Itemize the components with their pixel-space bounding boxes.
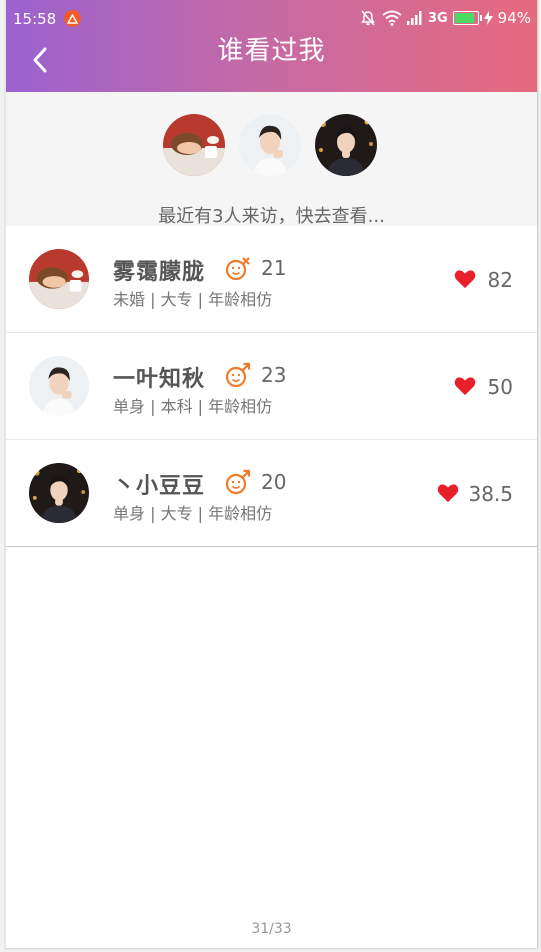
visitor-age: 21 — [261, 256, 287, 280]
visitor-tags: 单身 | 本科 | 年龄相仿 — [113, 397, 273, 416]
avatar[interactable] — [315, 114, 377, 176]
list-item[interactable]: 丶小豆豆 20 单身 | 大专 | 年龄相仿 38.5 — [6, 440, 537, 547]
avatar — [29, 463, 89, 523]
avatar — [29, 356, 89, 416]
battery-level-fill — [454, 13, 474, 23]
wifi-icon — [382, 10, 402, 26]
app-frame: 15:58 3G 94% 谁看过我 最近有3人来访，快去查看... 雾霭朦胧 2… — [5, 0, 538, 948]
visitor-tags: 未婚 | 大专 | 年龄相仿 — [113, 290, 273, 309]
avatar[interactable] — [239, 114, 301, 176]
visitor-age: 20 — [261, 470, 287, 494]
avatar — [29, 249, 89, 309]
network-type: 3G — [427, 10, 448, 26]
recent-visitors-panel: 最近有3人来访，快去查看... — [6, 92, 537, 228]
status-icons: 3G 94% — [359, 9, 531, 27]
status-time: 15:58 — [13, 10, 57, 28]
nav-bar: 谁看过我 — [6, 36, 537, 92]
visitor-tags: 单身 | 大专 | 年龄相仿 — [113, 504, 273, 523]
page-indicator: 31/33 — [251, 921, 292, 937]
male-symbol-icon — [225, 257, 250, 281]
visitor-name: 一叶知秋 — [113, 367, 206, 392]
heart-icon — [454, 270, 476, 289]
heart-icon — [454, 377, 476, 396]
status-bar: 15:58 3G 94% — [6, 0, 537, 36]
page-title: 谁看过我 — [217, 36, 326, 66]
heart-icon — [437, 484, 459, 503]
alert-icon — [64, 10, 81, 27]
visitor-name: 雾霭朦胧 — [113, 260, 206, 285]
list-item[interactable]: 一叶知秋 23 单身 | 本科 | 年龄相仿 50 — [6, 333, 537, 440]
top-bar: 15:58 3G 94% 谁看过我 — [6, 0, 537, 92]
recent-visitor-avatars — [163, 114, 377, 176]
visitor-age: 23 — [261, 363, 287, 387]
visit-summary[interactable]: 最近有3人来访，快去查看... — [6, 202, 537, 228]
visitor-list: 雾霭朦胧 21 未婚 | 大专 | 年龄相仿 82 一叶知秋 23 单身 | 本… — [6, 226, 537, 547]
male-symbol-icon — [225, 469, 251, 495]
avatar[interactable] — [163, 114, 225, 176]
male-symbol-icon — [225, 362, 251, 388]
visitor-name: 丶小豆豆 — [113, 474, 206, 499]
signal-icon — [406, 11, 422, 25]
match-score: 82 — [487, 268, 513, 292]
battery-icon — [452, 11, 482, 25]
charging-icon — [483, 11, 493, 25]
bell-muted-icon — [360, 10, 375, 26]
match-score: 38.5 — [468, 482, 513, 506]
battery-percent: 94% — [497, 9, 531, 27]
list-item[interactable]: 雾霭朦胧 21 未婚 | 大专 | 年龄相仿 82 — [6, 226, 537, 333]
match-score: 50 — [487, 375, 513, 399]
